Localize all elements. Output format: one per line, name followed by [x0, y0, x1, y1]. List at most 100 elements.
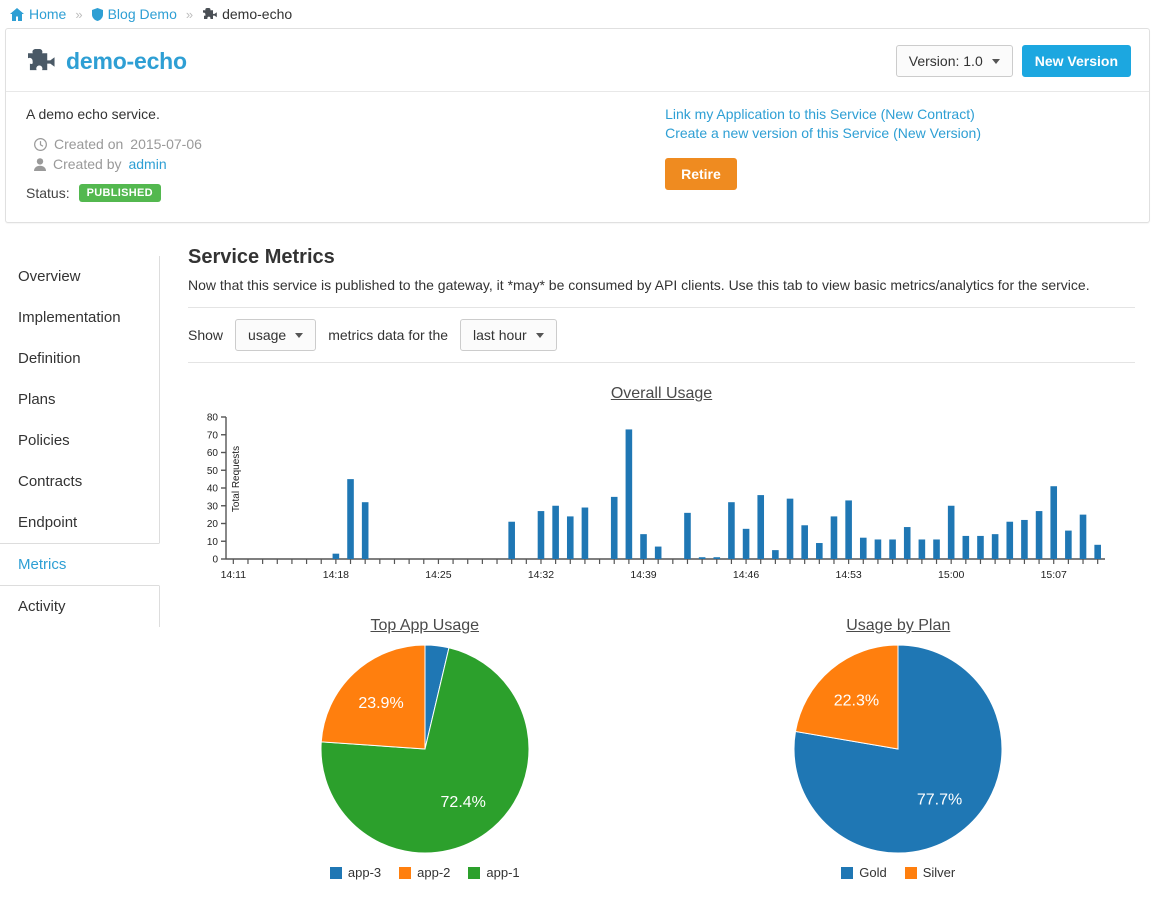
bar — [1079, 514, 1087, 559]
bar — [625, 429, 633, 559]
breadcrumb-item-org[interactable]: Blog Demo — [91, 6, 177, 22]
legend-item[interactable]: app-2 — [399, 865, 450, 880]
service-actions: Link my Application to this Service (New… — [665, 106, 1131, 202]
breadcrumb-label-home: Home — [29, 6, 67, 22]
svg-text:10: 10 — [207, 537, 219, 548]
created-on-value: 2015-07-06 — [130, 136, 202, 152]
breadcrumb-separator: » — [75, 6, 83, 22]
bar — [1021, 519, 1028, 559]
chevron-down-icon — [295, 332, 304, 338]
svg-text:14:18: 14:18 — [323, 569, 349, 581]
svg-text:15:00: 15:00 — [938, 569, 964, 581]
sidebar-item-contracts[interactable]: Contracts — [0, 461, 160, 502]
bar — [1094, 544, 1101, 559]
status-badge: PUBLISHED — [78, 184, 161, 202]
svg-text:0: 0 — [212, 555, 218, 566]
bar — [713, 557, 721, 559]
legend-label: app-1 — [486, 865, 520, 880]
home-icon — [10, 7, 24, 21]
legend-label: Gold — [859, 865, 887, 880]
breadcrumb-item-home[interactable]: Home — [10, 6, 66, 22]
svg-text:40: 40 — [207, 484, 219, 495]
metric-type-dropdown[interactable]: usage — [235, 319, 317, 351]
sidebar-item-label: Implementation — [18, 309, 121, 326]
legend-swatch — [468, 866, 481, 879]
usage-by-plan-chart: 77.7% 22.3% — [662, 645, 1136, 853]
bar — [874, 539, 882, 559]
legend-label: app-3 — [347, 865, 382, 880]
legend-item[interactable]: Gold — [841, 865, 887, 880]
bar — [508, 521, 515, 559]
top-app-usage-legend: app-3 app-2 app-1 — [188, 865, 662, 880]
breadcrumb: Home » Blog Demo » demo-echo — [0, 0, 1155, 28]
svg-text:80: 80 — [207, 413, 219, 424]
created-by-label: Created by — [53, 156, 122, 172]
legend-swatch — [904, 866, 917, 879]
created-on-row: Created on 2015-07-06 — [34, 136, 202, 152]
svg-text:50: 50 — [207, 466, 219, 477]
bar — [552, 505, 559, 559]
svg-text:30: 30 — [207, 501, 219, 512]
legend-item[interactable]: app-3 — [329, 865, 382, 880]
svg-text:20: 20 — [207, 519, 219, 530]
bar — [977, 535, 984, 559]
sidebar-item-label: Policies — [18, 432, 70, 449]
svg-text:14:39: 14:39 — [630, 569, 656, 581]
sidebar-item-metrics[interactable]: Metrics — [0, 543, 160, 586]
service-header-panel: demo-echo Version: 1.0 New Version A dem… — [5, 28, 1150, 223]
sidebar-nav: Overview Implementation Definition Plans Pol… — [0, 228, 160, 880]
bar — [1050, 486, 1058, 559]
service-header-row: demo-echo Version: 1.0 New Version — [6, 29, 1149, 92]
bar — [728, 502, 735, 559]
period-dropdown[interactable]: last hour — [460, 319, 557, 351]
svg-text:Total Requests: Total Requests — [231, 446, 242, 512]
bar — [757, 495, 765, 559]
retire-button[interactable]: Retire — [665, 158, 737, 190]
create-version-link[interactable]: Create a new version of this Service (Ne… — [665, 125, 981, 141]
sidebar-item-label: Activity — [18, 598, 66, 615]
sidebar-item-label: Metrics — [18, 556, 67, 573]
bar — [816, 543, 823, 559]
bar — [962, 535, 970, 559]
sidebar-item-plans[interactable]: Plans — [0, 379, 160, 420]
bar — [347, 479, 354, 559]
bar — [1065, 530, 1072, 559]
legend-label: app-2 — [417, 865, 451, 880]
created-by-value[interactable]: admin — [128, 156, 166, 172]
bar — [903, 527, 911, 559]
legend-item[interactable]: app-1 — [468, 865, 520, 880]
retire-button-wrap: Retire — [665, 158, 981, 190]
sidebar-item-policies[interactable]: Policies — [0, 420, 160, 461]
svg-text:14:53: 14:53 — [835, 569, 861, 581]
breadcrumb-label-current: demo-echo — [222, 6, 293, 22]
pie-slice-label: 72.4% — [440, 794, 485, 811]
period-value: last hour — [473, 327, 527, 343]
version-dropdown[interactable]: Version: 1.0 — [895, 45, 1013, 77]
clock-icon — [34, 137, 47, 151]
service-description: A demo echo service. — [26, 106, 160, 122]
top-app-usage-col: Top App Usage 72.4% 23.9% app-3 app-2 app-1 — [188, 595, 662, 880]
bar — [654, 546, 662, 559]
bar — [933, 539, 940, 559]
legend-label: Silver — [922, 865, 956, 880]
sidebar-item-definition[interactable]: Definition — [0, 338, 160, 379]
pie-slice-label: 23.9% — [358, 695, 403, 712]
breadcrumb-item-current: demo-echo — [202, 6, 292, 22]
svg-text:60: 60 — [207, 448, 219, 459]
svg-text:14:11: 14:11 — [221, 569, 247, 581]
service-meta-row: A demo echo service. Created on 2015-07-… — [6, 92, 1149, 222]
link-application-link[interactable]: Link my Application to this Service (New… — [665, 106, 981, 122]
usage-by-plan-col: Usage by Plan 77.7% 22.3% Gold Silver — [662, 595, 1136, 880]
created-by-row: Created by admin — [34, 156, 202, 172]
sidebar-item-endpoint[interactable]: Endpoint — [0, 502, 160, 543]
legend-item[interactable]: Silver — [904, 865, 956, 880]
sidebar-item-implementation[interactable]: Implementation — [0, 297, 160, 338]
sidebar-item-overview[interactable]: Overview — [0, 256, 160, 297]
sidebar-item-activity[interactable]: Activity — [0, 586, 160, 627]
new-version-button[interactable]: New Version — [1021, 45, 1131, 77]
overall-usage-title: Overall Usage — [610, 385, 713, 402]
bar — [640, 534, 647, 559]
sidebar-item-label: Overview — [18, 268, 81, 285]
bar — [991, 534, 999, 559]
usage-by-plan-legend: Gold Silver — [662, 865, 1136, 880]
